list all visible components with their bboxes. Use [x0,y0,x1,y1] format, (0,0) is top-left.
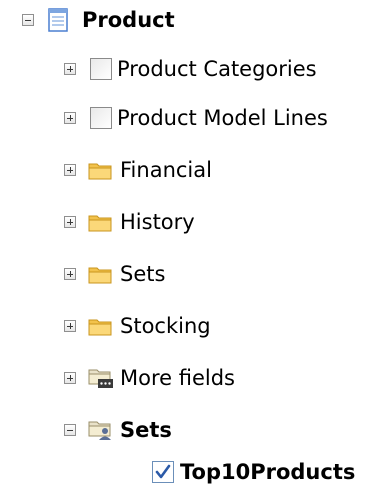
tree-node-label: Product Categories [117,57,317,81]
folder-icon [88,163,112,180]
expand-icon[interactable] [64,268,76,280]
tree-node-label: History [120,210,195,234]
tree-node-label: Financial [120,158,212,182]
tree-node-sets[interactable]: Sets [64,410,172,450]
checkbox-checked[interactable] [152,461,174,483]
tree-node-top10products[interactable]: Top10Products [152,452,355,488]
tree-node-more-fields[interactable]: More fields [64,358,235,398]
more-fields-folder-icon [88,369,113,388]
expand-icon[interactable] [64,372,76,384]
expand-icon[interactable] [64,320,76,332]
folder-icon [88,215,112,232]
checkbox[interactable] [90,107,112,129]
tree-node-label: Top10Products [180,460,356,484]
tree-node-product-model-lines[interactable]: Product Model Lines [64,98,328,138]
sets-folder-icon [88,421,111,440]
folder-icon [88,267,112,284]
checkbox[interactable] [90,58,112,80]
tree-node-financial[interactable]: Financial [64,150,212,190]
tree-node-stocking[interactable]: Stocking [64,306,211,346]
tree-node-sets-folder[interactable]: Sets [64,254,165,294]
table-icon [48,8,68,32]
tree-node-label: Product Model Lines [117,106,328,130]
tree-node-label: Sets [120,418,172,442]
tree-node-label: Sets [120,262,166,286]
expand-icon[interactable] [64,112,76,124]
tree-node-product[interactable]: Product [22,0,175,40]
expand-icon[interactable] [64,216,76,228]
tree-node-history[interactable]: History [64,202,195,242]
collapse-icon[interactable] [22,14,34,26]
folder-icon [88,319,112,336]
expand-icon[interactable] [64,63,76,75]
tree-node-label: Product [82,8,175,32]
collapse-icon[interactable] [64,424,76,436]
tree-node-label: More fields [120,366,235,390]
tree-node-label: Stocking [120,314,211,338]
checkmark-icon [155,464,171,479]
expand-icon[interactable] [64,164,76,176]
tree-node-product-categories[interactable]: Product Categories [64,49,317,89]
